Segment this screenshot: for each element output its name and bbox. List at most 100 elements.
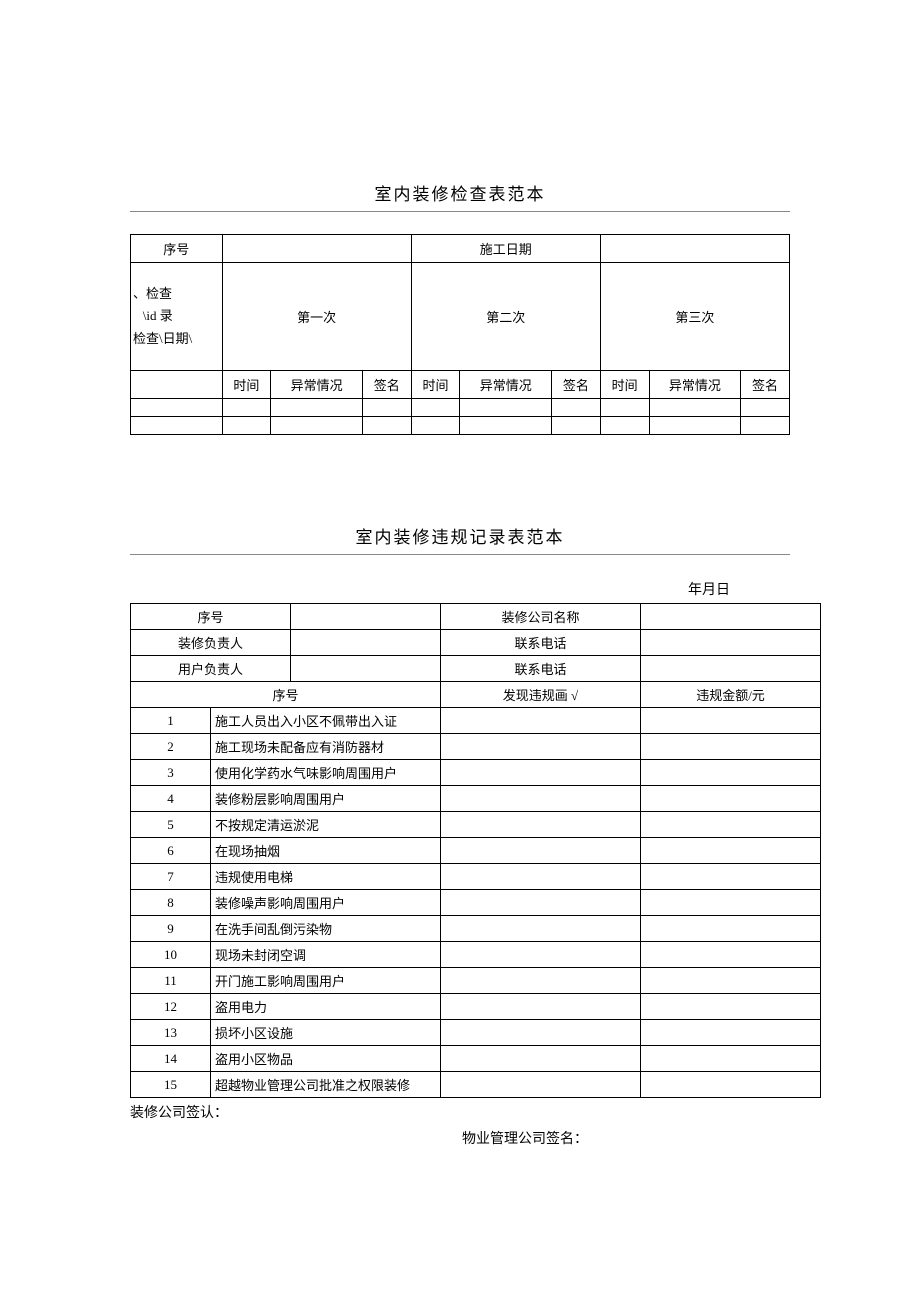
t2-penalty-hdr: 违规金额/元	[641, 682, 821, 708]
t2-cell	[641, 968, 821, 994]
t2-cell	[441, 1072, 641, 1098]
t2-n: 4	[131, 786, 211, 812]
t2-d: 不按规定清运淤泥	[211, 812, 441, 838]
t2-d: 违规使用电梯	[211, 864, 441, 890]
t2-d: 在洗手间乱倒污染物	[211, 916, 441, 942]
t2-n: 9	[131, 916, 211, 942]
t2-phone-hdr: 联系电话	[441, 630, 641, 656]
t1-cell	[649, 399, 741, 417]
t1-cell	[741, 399, 790, 417]
t1-cell	[600, 417, 649, 435]
t2-cell	[441, 942, 641, 968]
t2-cell	[441, 760, 641, 786]
t2-n: 2	[131, 734, 211, 760]
t2-d: 超越物业管理公司批准之权限装修	[211, 1072, 441, 1098]
t1-sub-abn-3: 异常情况	[649, 371, 741, 399]
t2-phone2-hdr: 联系电话	[441, 656, 641, 682]
t2-n: 12	[131, 994, 211, 1020]
t1-cell	[362, 399, 411, 417]
t1-sub-abn-1: 异常情况	[271, 371, 363, 399]
date-label: 年月日	[130, 577, 790, 601]
t2-d: 盗用电力	[211, 994, 441, 1020]
t2-n: 8	[131, 890, 211, 916]
t1-first: 第一次	[222, 263, 411, 371]
t1-empty-2	[600, 235, 789, 263]
t2-cell	[641, 786, 821, 812]
t2-reno-owner-hdr: 装修负责人	[131, 630, 291, 656]
property-signature-label: 物业管理公司签名：	[130, 1128, 790, 1148]
t1-cell	[362, 417, 411, 435]
t2-cell	[641, 994, 821, 1020]
t1-cell	[460, 417, 552, 435]
t2-n: 10	[131, 942, 211, 968]
t2-cell	[441, 734, 641, 760]
t1-sub-sign-1: 签名	[362, 371, 411, 399]
t2-n: 1	[131, 708, 211, 734]
t2-found-hdr: 发现违规画 √	[441, 682, 641, 708]
t1-cell	[271, 417, 363, 435]
t2-cell	[641, 708, 821, 734]
t2-user-owner-val	[291, 656, 441, 682]
t2-cell	[641, 838, 821, 864]
t2-phone2-val	[641, 656, 821, 682]
t1-third: 第三次	[600, 263, 789, 371]
t2-cell	[641, 1020, 821, 1046]
t2-cell	[441, 1020, 641, 1046]
t2-cell	[441, 812, 641, 838]
t1-empty-1	[222, 235, 411, 263]
t2-cell	[641, 1072, 821, 1098]
t1-cell	[131, 399, 223, 417]
t1-cell	[222, 399, 271, 417]
t2-d: 装修粉层影响周围用户	[211, 786, 441, 812]
t1-cell	[551, 417, 600, 435]
t1-cell	[131, 417, 223, 435]
section1-title: 室内装修检查表范本	[130, 180, 790, 212]
t2-n: 5	[131, 812, 211, 838]
t2-n: 6	[131, 838, 211, 864]
t1-cell	[551, 399, 600, 417]
t1-sub-time-1: 时间	[222, 371, 271, 399]
t2-cell	[441, 968, 641, 994]
t2-cell	[641, 864, 821, 890]
t1-cell	[411, 399, 460, 417]
t2-seq2-hdr: 序号	[131, 682, 441, 708]
t1-sub-time-2: 时间	[411, 371, 460, 399]
t2-cell	[441, 708, 641, 734]
t1-sub-sign-2: 签名	[551, 371, 600, 399]
t2-cell	[441, 864, 641, 890]
t1-cell	[271, 399, 363, 417]
t2-n: 14	[131, 1046, 211, 1072]
t2-user-owner-hdr: 用户负责人	[131, 656, 291, 682]
t1-cell	[411, 417, 460, 435]
t2-cell	[441, 890, 641, 916]
t2-n: 13	[131, 1020, 211, 1046]
t2-d: 施工现场未配备应有消防器材	[211, 734, 441, 760]
t2-n: 11	[131, 968, 211, 994]
t2-d: 现场未封闭空调	[211, 942, 441, 968]
section2-title: 室内装修违规记录表范本	[130, 523, 790, 555]
inspection-table: 序号 施工日期 、检查 \id 录 检查\日期\ 第一次 第二次 第三次 时间 …	[130, 234, 790, 435]
t1-second: 第二次	[411, 263, 600, 371]
t1-cell	[222, 417, 271, 435]
t1-sub-abn-2: 异常情况	[460, 371, 552, 399]
violation-table: 序号 装修公司名称 装修负责人 联系电话 用户负责人 联系电话 序号 发现违规画…	[130, 603, 821, 1098]
t2-cell	[641, 1046, 821, 1072]
t2-n: 3	[131, 760, 211, 786]
t2-d: 装修噪声影响周围用户	[211, 890, 441, 916]
t2-d: 损坏小区设施	[211, 1020, 441, 1046]
t2-cell	[441, 994, 641, 1020]
t2-d: 使用化学药水气味影响周围用户	[211, 760, 441, 786]
t1-check-label: 、检查 \id 录 检查\日期\	[131, 263, 223, 371]
t2-company-val	[641, 604, 821, 630]
t1-date-header: 施工日期	[411, 235, 600, 263]
t2-d: 盗用小区物品	[211, 1046, 441, 1072]
t2-phone-val	[641, 630, 821, 656]
t2-reno-owner-val	[291, 630, 441, 656]
t2-cell	[641, 942, 821, 968]
t1-seq-header: 序号	[131, 235, 223, 263]
reno-signature-label: 装修公司签认：	[130, 1102, 790, 1122]
t1-cell	[460, 399, 552, 417]
t1-cell	[741, 417, 790, 435]
t2-d: 开门施工影响周围用户	[211, 968, 441, 994]
t2-cell	[641, 734, 821, 760]
